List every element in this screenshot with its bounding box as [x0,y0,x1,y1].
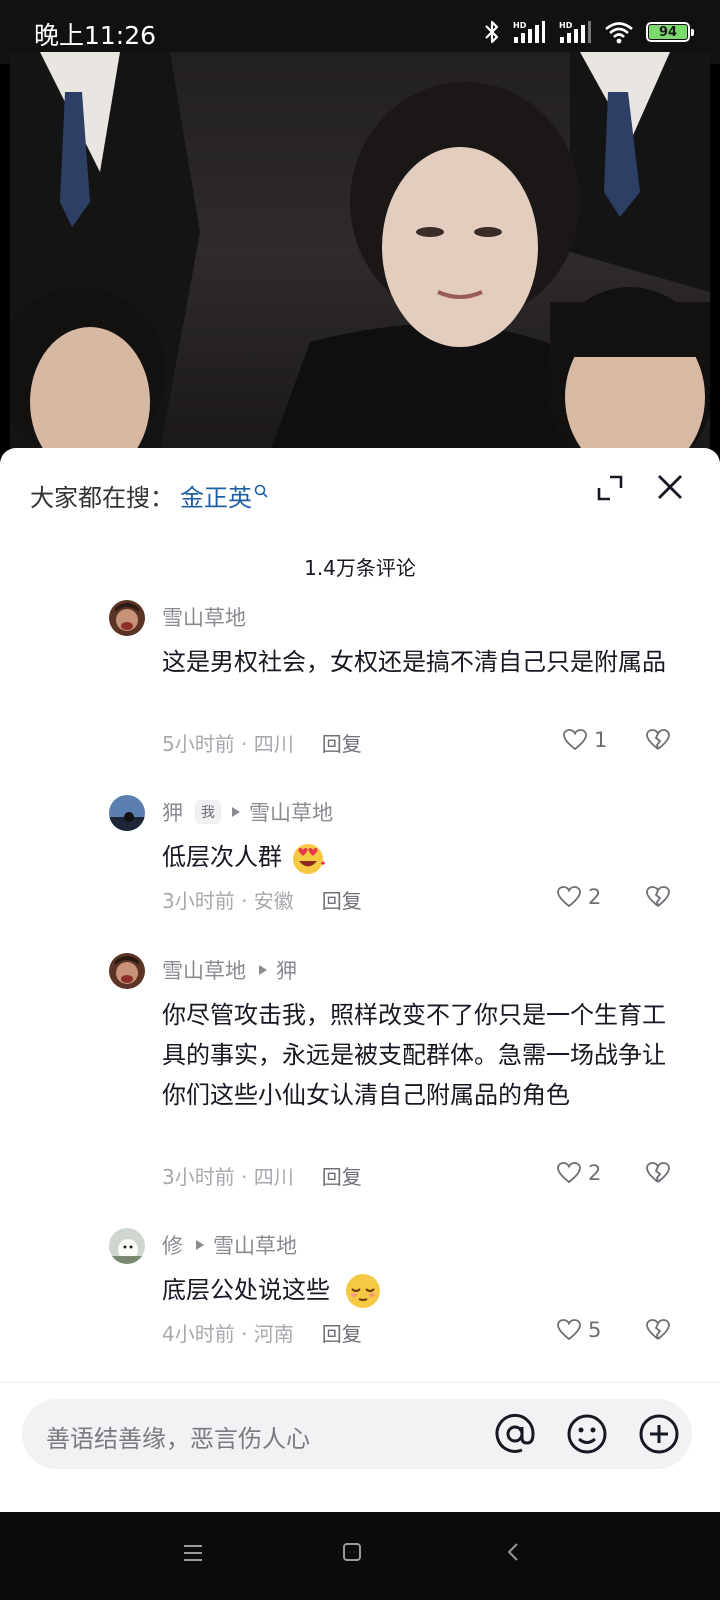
reply-button[interactable]: 回复 [322,885,362,914]
comment-item: 雪山草地 狎 你尽管攻击我，照样改变不了你只是一个生育工具的事实，永远是被支配群… [109,951,690,1201]
hot-search-bar: 大家都在搜： 金正英 [30,478,268,513]
comment-time-location: 3小时前 · 安徽 [162,889,294,913]
svg-text:HD: HD [559,21,573,30]
broken-heart-icon[interactable] [645,1161,671,1185]
comment-username[interactable]: 雪山草地 [162,602,246,632]
system-nav-bar [0,1512,720,1600]
reply-button[interactable]: 回复 [322,728,362,757]
search-icon [254,484,268,498]
battery-icon: 94 [646,22,694,42]
reply-to-username[interactable]: 雪山草地 [213,1230,297,1260]
heart-icon [557,886,581,908]
reply-arrow-icon [259,965,267,975]
status-icons: HD HD 94 [484,14,694,50]
comment-item: 狎 我 雪山草地 低层次人群 3小时前 · 安徽 回复 2 [109,793,690,923]
heart-icon [563,729,587,751]
comment-text: 低层次人群 [162,843,282,871]
bluetooth-icon [485,20,499,44]
comment-time-location: 3小时前 · 四川 [162,1165,294,1189]
comment-username[interactable]: 修 [162,1230,183,1260]
comment-item: 修 雪山草地 底层公处说这些 4小时前 · 河南 回复 5 [109,1226,690,1356]
like-count: 5 [588,1318,602,1342]
like-button[interactable]: 2 [556,1161,601,1185]
comment-time-location: 4小时前 · 河南 [162,1322,294,1346]
reply-button[interactable]: 回复 [322,1318,362,1347]
like-count: 1 [594,728,608,752]
comment-username[interactable]: 狎 [162,797,183,827]
signal-icon-2: HD [559,21,591,43]
emoji-icon[interactable] [564,1411,610,1457]
broken-heart-icon[interactable] [645,728,671,752]
reply-arrow-icon [196,1240,204,1250]
relieved-face-emoji-icon [345,1274,380,1308]
comment-username[interactable]: 雪山草地 [162,955,246,985]
mention-icon[interactable] [492,1411,538,1457]
wifi-icon [605,22,633,44]
comment-text: 底层公处说这些 [162,1276,330,1304]
comment-count: 1.4万条评论 [304,556,416,580]
back-icon[interactable] [506,1542,520,1562]
like-button[interactable]: 1 [562,728,607,752]
avatar[interactable] [109,1228,145,1264]
status-time: 晚上11:26 [34,21,157,50]
heart-icon [557,1162,581,1184]
comment-text: 你尽管攻击我，照样改变不了你只是一个生育工具的事实，永远是被支配群体。急需一场战… [162,1001,666,1109]
like-button[interactable]: 2 [556,885,601,909]
comment-input-bar: 善语结善缘，恶言伤人心 [0,1382,720,1513]
reply-to-username[interactable]: 狎 [276,955,297,985]
video-still [10,52,710,452]
like-count: 2 [588,885,602,909]
broken-heart-icon[interactable] [645,1318,671,1342]
comment-sheet: 大家都在搜： 金正英 1.4万条评论 雪山草地 这是男权社会，女权还是搞不清自己… [0,448,720,1512]
broken-heart-icon[interactable] [645,885,671,909]
heart-icon [557,1319,581,1341]
signal-icon: HD [513,21,545,43]
like-count: 2 [588,1161,602,1185]
comment-time-location: 5小时前 · 四川 [162,732,294,756]
avatar[interactable] [109,795,145,831]
menu-icon[interactable] [183,1544,203,1562]
svg-text:HD: HD [513,21,527,30]
heart-eyes-emoji-icon [292,844,325,874]
comment-item: 雪山草地 这是男权社会，女权还是搞不清自己只是附属品 5小时前 · 四川 回复 … [109,598,690,768]
me-badge: 我 [195,800,221,824]
add-icon[interactable] [636,1411,682,1457]
close-icon[interactable] [655,472,685,502]
reply-to-username[interactable]: 雪山草地 [249,797,333,827]
home-icon[interactable] [342,1542,362,1562]
comment-input[interactable]: 善语结善缘，恶言伤人心 [22,1399,692,1469]
battery-level: 94 [658,24,678,40]
comment-text: 这是男权社会，女权还是搞不清自己只是附属品 [162,648,666,676]
comment-input-placeholder: 善语结善缘，恶言伤人心 [46,1425,310,1453]
reply-button[interactable]: 回复 [322,1161,362,1190]
video-frame[interactable] [10,52,710,452]
avatar[interactable] [109,953,145,989]
avatar[interactable] [109,600,145,636]
reply-arrow-icon [232,807,240,817]
like-button[interactable]: 5 [556,1318,601,1342]
hot-search-prefix: 大家都在搜： [30,484,174,512]
expand-icon[interactable] [596,474,624,502]
hot-search-link[interactable]: 金正英 [180,478,252,513]
